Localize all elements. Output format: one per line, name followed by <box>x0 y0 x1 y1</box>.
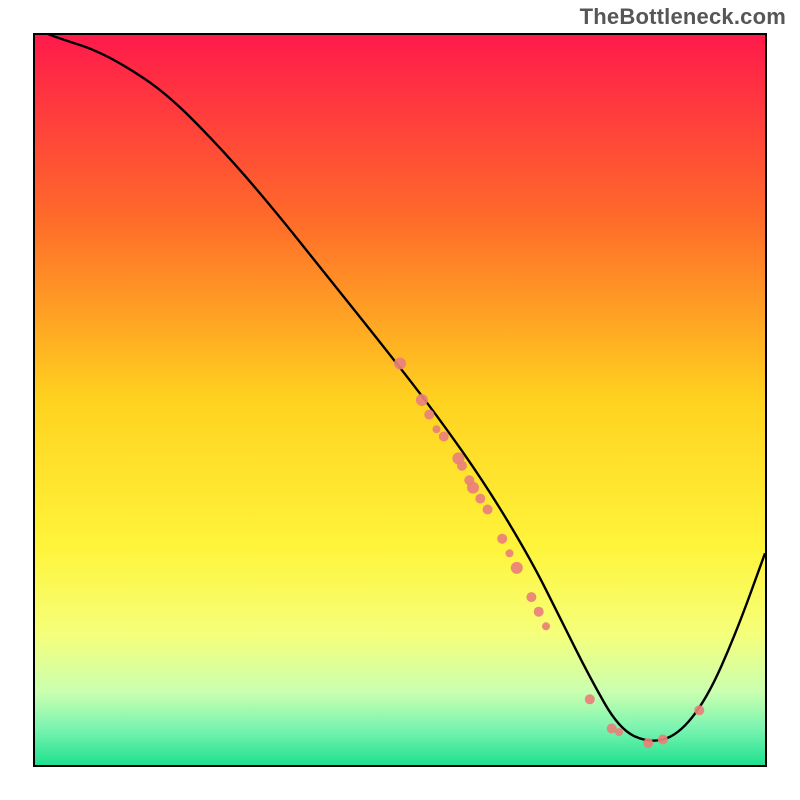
data-marker <box>506 549 514 557</box>
data-marker <box>424 410 434 420</box>
gradient-background <box>35 35 765 765</box>
data-marker <box>542 622 550 630</box>
data-marker <box>643 738 653 748</box>
data-marker <box>585 694 595 704</box>
data-marker <box>497 534 507 544</box>
data-marker <box>526 592 536 602</box>
data-marker <box>694 705 704 715</box>
data-marker <box>457 461 467 471</box>
data-marker <box>511 562 523 574</box>
data-marker <box>483 505 493 515</box>
data-marker <box>467 482 479 494</box>
data-marker <box>475 494 485 504</box>
chart-area <box>33 33 767 767</box>
data-marker <box>534 607 544 617</box>
data-marker <box>394 358 406 370</box>
data-marker <box>416 394 428 406</box>
chart-svg <box>35 35 765 765</box>
data-marker <box>658 735 668 745</box>
data-marker <box>439 432 449 442</box>
data-marker <box>433 425 441 433</box>
data-marker <box>615 728 623 736</box>
attribution-label: TheBottleneck.com <box>580 4 786 30</box>
